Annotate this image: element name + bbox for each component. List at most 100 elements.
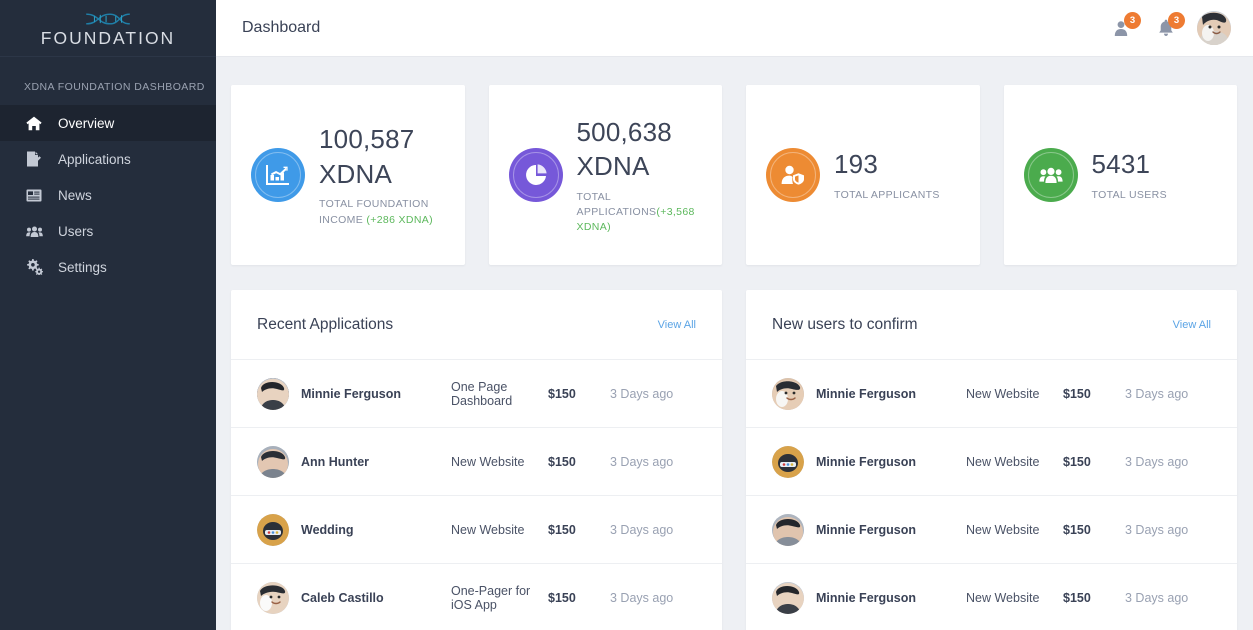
table-row[interactable]: Ann Hunter New Website $150 3 Days ago bbox=[231, 428, 722, 496]
panel-list: Minnie Ferguson New Website $150 3 Days … bbox=[746, 360, 1237, 630]
messages-button[interactable]: 3 bbox=[1109, 12, 1141, 43]
stat-delta: (+286 XDNA) bbox=[366, 213, 433, 226]
row-project: One Page Dashboard bbox=[451, 379, 513, 408]
stat-value: 193 bbox=[834, 149, 878, 180]
row-name: Wedding bbox=[301, 522, 354, 537]
row-name: Caleb Castillo bbox=[301, 591, 384, 605]
newspaper-icon bbox=[26, 187, 46, 203]
avatar[interactable] bbox=[1197, 11, 1231, 45]
avatar bbox=[772, 445, 804, 478]
row-name: Minnie Ferguson bbox=[301, 386, 401, 401]
stat-body: 100,587 XDNA TOTAL FOUNDATION INCOME (+2… bbox=[319, 122, 447, 228]
panel-list: Minnie Ferguson One Page Dashboard $150 … bbox=[231, 360, 722, 630]
panel-recent-applications: Recent Applications View All Minnie Ferg… bbox=[231, 290, 722, 630]
stat-label-text: TOTAL APPLICANTS bbox=[834, 188, 940, 201]
content-scroll: 100,587 XDNA TOTAL FOUNDATION INCOME (+2… bbox=[216, 57, 1253, 630]
sidebar-item-users[interactable]: Users bbox=[0, 213, 216, 249]
view-all-link[interactable]: View All bbox=[658, 319, 696, 331]
row-price: $150 bbox=[548, 591, 576, 605]
panel-title: New users to confirm bbox=[772, 315, 918, 333]
dna-helix-icon bbox=[86, 12, 130, 25]
row-name: Minnie Ferguson bbox=[816, 522, 916, 537]
stat-card-total-foundation-income: 100,587 XDNA TOTAL FOUNDATION INCOME (+2… bbox=[231, 85, 465, 265]
sidebar-item-label: News bbox=[58, 187, 92, 203]
stat-value: 500,638 XDNA bbox=[576, 116, 672, 182]
messages-badge: 3 bbox=[1124, 12, 1141, 29]
row-project: New Website bbox=[966, 591, 1040, 605]
user-shield-icon bbox=[766, 148, 820, 202]
app-root: FOUNDATION XDNA FOUNDATION DASHBOARD Ove… bbox=[0, 0, 1253, 630]
row-name: Minnie Ferguson bbox=[816, 386, 916, 401]
sidebar-item-label: Overview bbox=[58, 115, 115, 131]
table-row[interactable]: Minnie Ferguson One Page Dashboard $150 … bbox=[231, 360, 722, 428]
avatar-image bbox=[1197, 11, 1231, 45]
stat-label-text: TOTAL APPLICATIONS bbox=[576, 190, 657, 218]
stat-label: TOTAL APPLICATIONS(+3,568 XDNA) bbox=[577, 190, 697, 236]
row-price: $150 bbox=[548, 522, 576, 537]
notifications-badge: 3 bbox=[1168, 12, 1185, 29]
row-time: 3 Days ago bbox=[1125, 454, 1189, 469]
sidebar-section-label: XDNA FOUNDATION DASHBOARD bbox=[24, 81, 205, 93]
brand[interactable]: FOUNDATION bbox=[0, 0, 216, 57]
row-time: 3 Days ago bbox=[610, 522, 674, 537]
stat-label: TOTAL FOUNDATION INCOME (+286 XDNA) bbox=[319, 197, 439, 227]
table-row[interactable]: Minnie Ferguson New Website $150 3 Days … bbox=[746, 360, 1237, 428]
avatar bbox=[257, 513, 289, 546]
panel-title: Recent Applications bbox=[257, 315, 394, 333]
panel-new-users-to-confirm: New users to confirm View All Minnie Fer… bbox=[746, 290, 1237, 630]
row-price: $150 bbox=[1063, 386, 1091, 401]
table-row[interactable]: Minnie Ferguson New Website $150 3 Days … bbox=[746, 428, 1237, 496]
stat-body: 5431 TOTAL USERS bbox=[1092, 147, 1167, 203]
sidebar-item-label: Users bbox=[58, 223, 94, 239]
avatar bbox=[257, 377, 289, 410]
page-title: Dashboard bbox=[242, 19, 321, 36]
stat-value: 100,587 XDNA bbox=[319, 124, 415, 189]
notifications-button[interactable]: 3 bbox=[1153, 12, 1185, 43]
line-chart-icon bbox=[251, 148, 305, 202]
document-edit-icon bbox=[26, 151, 46, 167]
header-actions: 3 3 bbox=[1109, 11, 1231, 45]
row-price: $150 bbox=[548, 386, 576, 401]
sidebar-item-overview[interactable]: Overview bbox=[0, 105, 216, 141]
sidebar-item-news[interactable]: News bbox=[0, 177, 216, 213]
sidebar-item-applications[interactable]: Applications bbox=[0, 141, 216, 177]
row-price: $150 bbox=[1063, 454, 1091, 469]
table-row[interactable]: Minnie Ferguson New Website $150 3 Days … bbox=[746, 496, 1237, 564]
row-project: New Website bbox=[966, 454, 1040, 469]
pie-chart-icon bbox=[508, 148, 563, 202]
stat-value: 5431 bbox=[1091, 149, 1151, 180]
stat-label-text: TOTAL USERS bbox=[1091, 188, 1167, 201]
table-row[interactable]: Minnie Ferguson New Website $150 3 Days … bbox=[746, 564, 1237, 630]
row-name: Minnie Ferguson bbox=[816, 454, 916, 469]
row-time: 3 Days ago bbox=[610, 591, 674, 605]
stat-label: TOTAL USERS bbox=[1092, 188, 1167, 203]
panels-row: Recent Applications View All Minnie Ferg… bbox=[231, 290, 1237, 630]
row-price: $150 bbox=[1063, 591, 1091, 605]
avatar bbox=[257, 445, 289, 478]
row-time: 3 Days ago bbox=[610, 386, 674, 401]
sidebar-item-label: Settings bbox=[58, 259, 107, 275]
top-header: Dashboard 3 3 bbox=[216, 0, 1253, 57]
avatar bbox=[772, 582, 804, 614]
row-name: Ann Hunter bbox=[301, 454, 370, 469]
sidebar-item-label: Applications bbox=[58, 151, 131, 167]
sidebar-item-settings[interactable]: Settings bbox=[0, 249, 216, 285]
stats-row: 100,587 XDNA TOTAL FOUNDATION INCOME (+2… bbox=[231, 85, 1237, 265]
row-time: 3 Days ago bbox=[1125, 386, 1189, 401]
table-row[interactable]: Caleb Castillo One-Pager for iOS App $15… bbox=[231, 564, 722, 630]
view-all-link[interactable]: View All bbox=[1173, 319, 1211, 331]
avatar bbox=[772, 513, 804, 546]
panel-header: New users to confirm View All bbox=[746, 290, 1237, 360]
avatar bbox=[257, 582, 289, 614]
row-time: 3 Days ago bbox=[1125, 522, 1189, 537]
row-price: $150 bbox=[1063, 522, 1091, 537]
sidebar: FOUNDATION XDNA FOUNDATION DASHBOARD Ove… bbox=[0, 0, 216, 630]
home-icon bbox=[26, 115, 46, 131]
table-row[interactable]: Wedding New Website $150 3 Days ago bbox=[231, 496, 722, 564]
panel-header: Recent Applications View All bbox=[231, 290, 722, 360]
sidebar-nav: Overview Applications News Users Setting… bbox=[0, 105, 216, 285]
users-group-icon bbox=[26, 223, 46, 239]
row-project: New Website bbox=[966, 386, 1040, 401]
avatar bbox=[772, 377, 804, 410]
row-time: 3 Days ago bbox=[1125, 591, 1189, 605]
